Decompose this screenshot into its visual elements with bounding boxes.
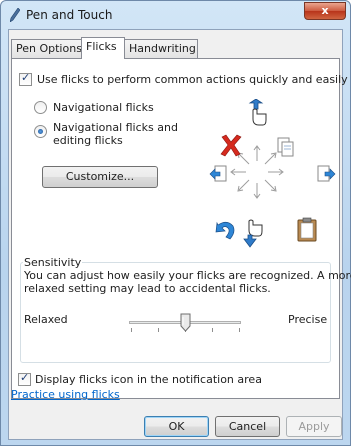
slider-max-label: Precise (288, 313, 328, 326)
sensitivity-description-line2: relaxed setting may lead to accidental f… (24, 282, 271, 295)
pen-and-touch-window: Pen and Touch x Pen Options Flicks Handw… (0, 0, 351, 446)
sensitivity-title: Sensitivity (23, 256, 83, 269)
use-flicks-label[interactable]: Use flicks to perform common actions qui… (37, 73, 348, 86)
drag-down-hand-icon (243, 219, 263, 248)
undo-icon (215, 221, 235, 240)
ok-button[interactable]: OK (144, 416, 209, 437)
apply-button[interactable]: Apply (286, 416, 342, 437)
slider-tick (158, 328, 159, 332)
sensitivity-description-line1: You can adjust how easily your flicks ar… (24, 269, 351, 282)
tab-handwriting[interactable]: Handwriting (124, 39, 198, 58)
checkmark-icon: ✓ (20, 371, 30, 384)
radio-editing-label-line1[interactable]: Navigational flicks and (53, 121, 178, 134)
radio-navigational-editing-flicks[interactable] (34, 125, 47, 138)
radio-navigational-label[interactable]: Navigational flicks (53, 101, 154, 114)
notification-icon-checkbox[interactable]: ✓ (18, 371, 31, 386)
customize-button[interactable]: Customize... (42, 166, 158, 188)
slider-tick (212, 328, 213, 332)
forward-icon (317, 165, 336, 182)
flicks-panel: ✓ Use flicks to perform common actions q… (11, 58, 351, 399)
title-bar[interactable]: Pen and Touch x (1, 1, 350, 29)
tab-flicks[interactable]: Flicks (81, 37, 125, 59)
pen-icon (10, 8, 20, 22)
dialog-client-area: Pen Options Flicks Handwriting ✓ Use fli… (8, 29, 351, 440)
radio-navigational-flicks[interactable] (34, 101, 47, 114)
back-icon (209, 165, 227, 182)
window-title: Pen and Touch (26, 8, 113, 22)
slider-tick (131, 328, 132, 332)
use-flicks-checkbox[interactable]: ✓ (19, 71, 32, 86)
close-button[interactable]: x (304, 2, 346, 20)
paste-icon (297, 217, 317, 242)
slider-tick (239, 328, 240, 332)
radio-editing-label-line2[interactable]: editing flicks (53, 134, 123, 147)
delete-icon (220, 134, 242, 157)
tab-pen-options[interactable]: Pen Options (11, 39, 82, 58)
radio-selected-dot (38, 129, 43, 134)
drag-up-hand-icon (248, 99, 267, 126)
cancel-button[interactable]: Cancel (215, 416, 280, 437)
copy-icon (277, 137, 294, 157)
sensitivity-slider-thumb[interactable] (180, 313, 191, 332)
practice-flicks-link[interactable]: Practice using flicks (11, 388, 120, 401)
notification-icon-label[interactable]: Display flicks icon in the notification … (35, 373, 262, 386)
slider-min-label: Relaxed (24, 313, 68, 326)
checkmark-icon: ✓ (21, 71, 31, 84)
